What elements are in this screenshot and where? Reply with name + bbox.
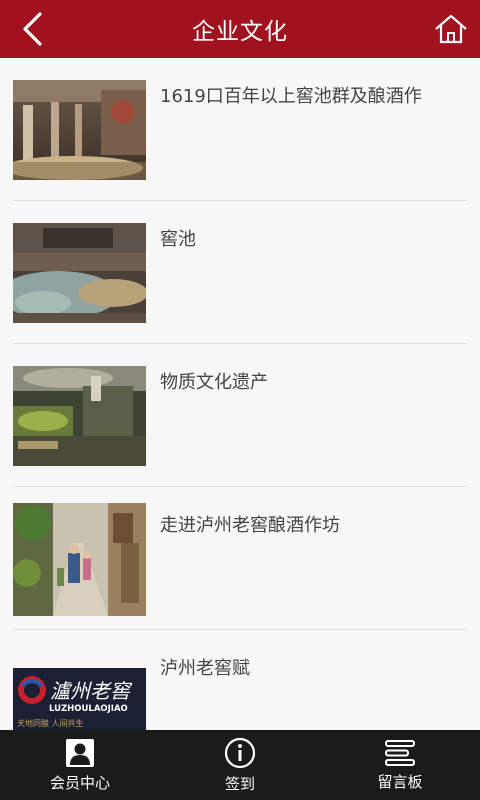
logo-en: LUZHOULAOJIAO (49, 704, 128, 714)
info-icon (224, 737, 256, 768)
article-thumbnail (13, 223, 146, 323)
article-title: 走进泸州老窖酿酒作坊 (160, 515, 340, 536)
article-title: 泸州老窖赋 (160, 658, 250, 679)
article-thumbnail: 瀘州老窖 LUZHOULAOJIAO 天地同酿 人间共生 (13, 668, 146, 730)
header-bar: 企业文化 (0, 0, 480, 58)
chevron-left-icon (23, 12, 42, 46)
cellar-pits-photo (13, 80, 146, 180)
article-thumbnail (13, 503, 146, 616)
article-thumbnail (13, 366, 146, 466)
list-item[interactable]: 走进泸州老窖酿酒作坊 (0, 487, 480, 630)
article-thumbnail (13, 80, 146, 180)
home-button[interactable] (432, 10, 470, 48)
message-board-icon (385, 739, 415, 766)
user-icon (66, 738, 94, 767)
alley-street-photo (13, 503, 146, 616)
distillery-equipment-photo (13, 366, 146, 466)
article-title: 窖池 (160, 229, 196, 250)
cellar-pit-photo (13, 223, 146, 323)
article-title: 物质文化遗产 (160, 372, 268, 393)
tab-label: 留言板 (377, 772, 423, 791)
back-button[interactable] (14, 10, 50, 48)
list-item[interactable]: 物质文化遗产 (0, 344, 480, 487)
home-icon (435, 14, 467, 44)
logo-text: 瀘州老窖 (50, 679, 133, 703)
tab-label: 签到 (224, 774, 255, 793)
tab-message-board[interactable]: 留言板 (320, 730, 480, 800)
list-item[interactable]: 窖池 (0, 201, 480, 344)
luzhou-laojiao-logo: 瀘州老窖 LUZHOULAOJIAO 天地同酿 人间共生 (13, 668, 146, 730)
logo-subtitle: 天地同酿 人间共生 (17, 718, 84, 728)
list-item[interactable]: 瀘州老窖 LUZHOULAOJIAO 天地同酿 人间共生 泸州老窖赋 (0, 630, 480, 730)
bottom-tab-bar: 会员中心 签到 留言板 (0, 730, 480, 800)
tab-sign-in[interactable]: 签到 (160, 730, 320, 800)
article-title: 1619口百年以上窖池群及酿酒作 (160, 86, 422, 107)
list-item[interactable]: 1619口百年以上窖池群及酿酒作 (0, 58, 480, 201)
tab-label: 会员中心 (49, 773, 110, 792)
article-list: 1619口百年以上窖池群及酿酒作 窖池 物质文化遗产 走进泸州老窖酿酒作坊 瀘州… (0, 58, 480, 730)
tab-member-center[interactable]: 会员中心 (0, 730, 160, 800)
page-title: 企业文化 (192, 19, 288, 45)
